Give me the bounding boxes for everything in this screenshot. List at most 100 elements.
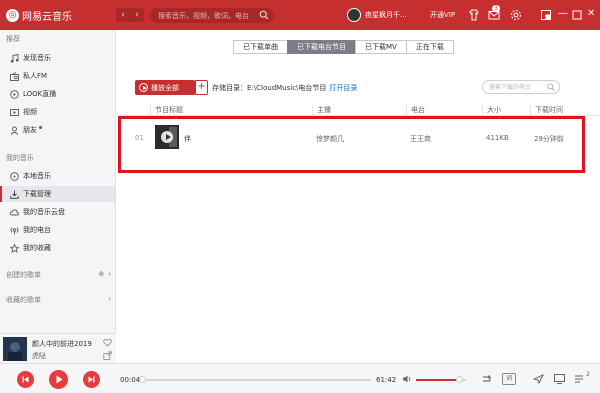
sidebar-item-local-music[interactable]: 本地音乐 <box>0 168 115 184</box>
sidebar-section-my-music: 我的音乐 <box>6 154 34 162</box>
highlight-box <box>118 116 585 173</box>
play-all-label: 播放全部 <box>151 83 179 92</box>
column-header-station[interactable]: 电台 <box>406 105 425 115</box>
sidebar-item-label: 本地音乐 <box>23 172 51 180</box>
notification-dot <box>39 126 42 129</box>
album-cover[interactable] <box>3 337 27 361</box>
table-header: 节目标题 主播 电台 大小 下载时间 <box>117 103 600 116</box>
play-circle-icon <box>139 83 148 92</box>
settings-gear-icon[interactable] <box>510 9 522 21</box>
play-button[interactable] <box>49 370 68 389</box>
queue-count: 2 <box>586 371 590 378</box>
lyrics-button[interactable]: 词 <box>502 373 516 385</box>
column-header-time[interactable]: 下载时间 <box>530 105 563 115</box>
tab-downloaded-radio[interactable]: 已下载电台节目 <box>287 40 356 54</box>
sidebar-item-download-manager[interactable]: 下载管理 <box>0 186 115 202</box>
previous-icon <box>22 376 29 383</box>
play-icon <box>56 375 63 384</box>
created-playlists-header[interactable]: 创建的歌单 ⊕ › <box>6 270 111 280</box>
volume-knob[interactable] <box>456 376 463 383</box>
app-logo[interactable]: ◎ 网易云音乐 <box>6 8 72 23</box>
sidebar-item-fm[interactable]: 私人FM <box>0 68 115 84</box>
sidebar-item-cloud[interactable]: 我的音乐云盘 <box>0 204 115 220</box>
global-search-input[interactable] <box>150 8 258 23</box>
now-playing-title[interactable]: 颜人中的前进2019 <box>32 339 92 349</box>
sidebar-item-friends[interactable]: 朋友 <box>0 122 115 138</box>
app-name: 网易云音乐 <box>22 12 72 23</box>
search-icon[interactable] <box>547 83 555 91</box>
chevron-right-icon[interactable]: › <box>108 270 111 280</box>
sidebar: 推荐 发现音乐 私人FM LOOK直播 视频 朋友 我的音乐 本地音乐 下载管理… <box>0 30 116 363</box>
computer-icon[interactable] <box>553 373 566 385</box>
storage-label: 存储目录：E:\CloudMusic\电台节目 <box>212 84 327 92</box>
chevron-right-icon[interactable]: › <box>108 295 111 305</box>
sidebar-item-label: 下载管理 <box>23 190 51 198</box>
friends-icon <box>10 126 19 135</box>
sidebar-item-label: 视频 <box>23 108 37 116</box>
add-playlist-icon[interactable]: ⊕ <box>98 270 104 280</box>
tab-downloaded-mv[interactable]: 已下载MV <box>355 40 407 54</box>
open-directory-link[interactable]: 打开目录 <box>329 84 357 92</box>
like-icon[interactable] <box>103 338 112 347</box>
sidebar-item-label: LOOK直播 <box>23 90 57 98</box>
sidebar-item-look[interactable]: LOOK直播 <box>0 86 115 102</box>
tab-downloaded-songs[interactable]: 已下载单曲 <box>233 40 288 54</box>
local-search-input[interactable] <box>483 81 549 93</box>
progress-knob[interactable] <box>139 376 147 383</box>
local-music-icon <box>10 171 19 181</box>
close-button[interactable]: ✕ <box>587 8 595 20</box>
volume-icon[interactable] <box>402 374 412 384</box>
sidebar-item-video[interactable]: 视频 <box>0 104 115 120</box>
sidebar-item-discover[interactable]: 发现音乐 <box>0 50 115 66</box>
play-all-button[interactable]: 播放全部 <box>135 80 195 95</box>
minimize-button[interactable]: — <box>558 8 568 20</box>
music-note-icon <box>10 53 19 62</box>
share-icon[interactable] <box>103 351 112 360</box>
search-icon[interactable] <box>259 10 269 20</box>
next-icon <box>88 376 95 383</box>
volume-fill <box>416 379 456 381</box>
maximize-icon[interactable] <box>571 9 583 21</box>
column-header-host[interactable]: 主播 <box>312 105 331 115</box>
next-button[interactable] <box>83 371 100 388</box>
now-playing[interactable]: 颜人中的前进2019 虎哒 <box>0 333 116 363</box>
sidebar-item-label: 我的音乐云盘 <box>23 208 65 216</box>
share-icon[interactable] <box>532 373 545 385</box>
title-bar: ◎ 网易云音乐 ‹ › 夜星枫月千... 开通VIP 3 — ✕ <box>0 0 600 30</box>
previous-button[interactable] <box>17 371 34 388</box>
sidebar-item-favorites[interactable]: 我的收藏 <box>0 240 115 256</box>
history-nav: ‹ › <box>116 8 144 22</box>
album-cover-art <box>3 337 27 361</box>
user-avatar[interactable] <box>347 8 361 22</box>
collected-playlists-header[interactable]: 收藏的歌单 › <box>6 295 111 305</box>
podcast-icon <box>10 226 19 234</box>
star-icon <box>10 243 19 253</box>
created-playlists-label: 创建的歌单 <box>6 271 41 279</box>
player-bar: 00:04 61:42 词 2 <box>0 363 600 393</box>
column-header-title[interactable]: 节目标题 <box>150 105 183 115</box>
back-button[interactable]: ‹ <box>116 8 130 22</box>
skin-icon[interactable] <box>468 9 480 21</box>
collected-playlists-label: 收藏的歌单 <box>6 296 41 304</box>
message-badge: 3 <box>492 5 500 12</box>
live-icon <box>10 89 19 99</box>
mini-mode-icon[interactable] <box>540 9 552 21</box>
column-header-size[interactable]: 大小 <box>482 105 501 115</box>
video-icon <box>10 108 19 116</box>
now-playing-artist[interactable]: 虎哒 <box>32 351 46 361</box>
download-icon <box>10 190 19 199</box>
sidebar-item-label: 私人FM <box>23 72 48 80</box>
sidebar-item-label: 朋友 <box>23 126 37 134</box>
vip-button[interactable]: 开通VIP <box>430 10 455 20</box>
username[interactable]: 夜星枫月千... <box>365 10 407 20</box>
local-search <box>482 80 560 94</box>
storage-path: 存储目录：E:\CloudMusic\电台节目 打开目录 <box>212 83 357 93</box>
progress-bar[interactable] <box>142 379 371 381</box>
current-time: 00:04 <box>120 376 141 384</box>
sidebar-item-my-radio[interactable]: 我的电台 <box>0 222 115 238</box>
loop-icon[interactable] <box>480 373 493 385</box>
add-to-queue-button[interactable]: + <box>195 80 208 95</box>
forward-button[interactable]: › <box>130 8 144 22</box>
tab-downloading[interactable]: 正在下载 <box>405 40 454 54</box>
sidebar-item-label: 发现音乐 <box>23 54 51 62</box>
